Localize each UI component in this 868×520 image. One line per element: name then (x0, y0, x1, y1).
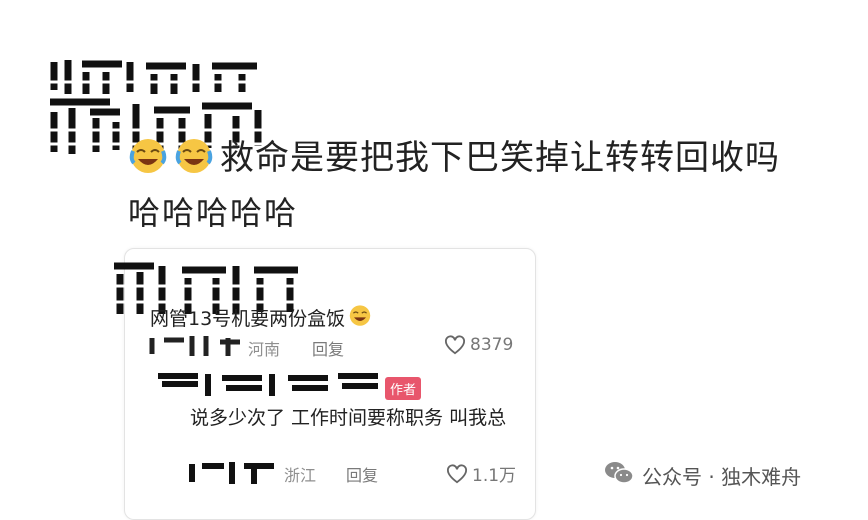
laugh-cry-emoji-icon (128, 135, 168, 175)
watermark-text: 公众号 · 独木难舟 (642, 465, 802, 489)
heart-icon (447, 463, 467, 483)
laugh-cry-emoji-icon (348, 303, 372, 332)
redacted-author-time (188, 460, 282, 486)
heart-icon (445, 335, 465, 355)
watermark: 公众号 · 独木难舟 (604, 460, 801, 491)
laugh-cry-emoji-icon (174, 135, 214, 175)
author-badge: 作者 (385, 377, 422, 400)
comment-reply-button[interactable]: 回复 (312, 336, 344, 360)
redacted-author-name (152, 370, 384, 400)
comment-like-count: 8379 (470, 335, 514, 355)
author-like-count: 1.1万 (472, 466, 517, 486)
author-reply-text: 说多少次了 工作时间要称职务 叫我总 (190, 407, 507, 429)
comment-like-button[interactable]: 8379 (444, 335, 513, 355)
author-like-button[interactable]: 1.1万 (446, 461, 516, 486)
wechat-icon (604, 460, 634, 491)
comment-text: 网管13号机要两份盒饭 (150, 303, 372, 332)
post-text-line1: 救命是要把我下巴笑掉让转转回收吗 (128, 130, 780, 179)
author-location: 浙江 (284, 466, 317, 485)
comment-location: 河南 (248, 340, 281, 359)
author-reply-button[interactable]: 回复 (346, 462, 378, 486)
post-text-line2: 哈哈哈哈哈 (128, 194, 299, 232)
post-text: 救命是要把我下巴笑掉让转转回收吗 (220, 138, 780, 178)
redacted-time (148, 334, 244, 358)
